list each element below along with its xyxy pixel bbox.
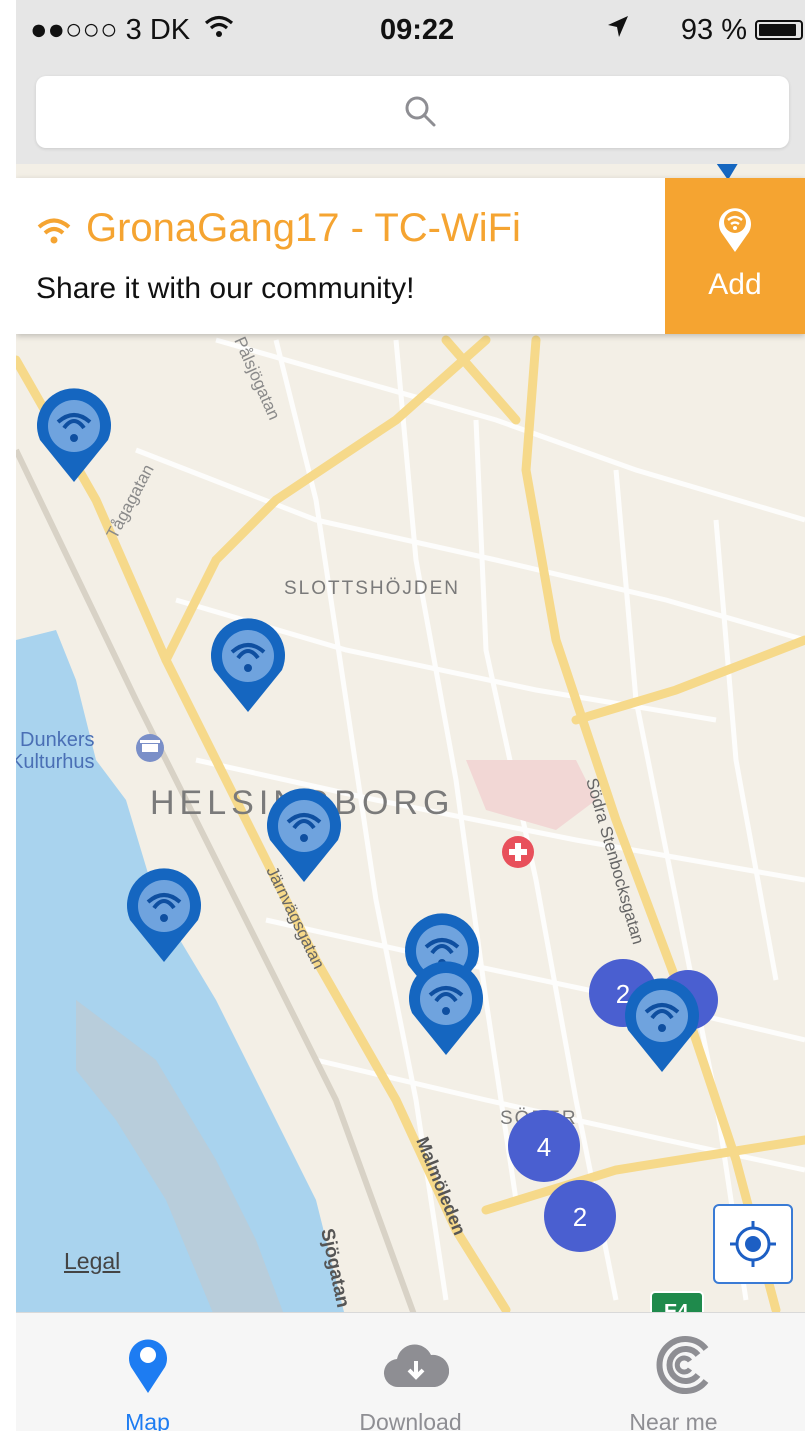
network-name: GronaGang17 - TC-WiFi [86,206,521,250]
add-label: Add [708,268,762,301]
app-screen: Pålsjögatan Tågagatan Järnvägsgatan Södr… [16,0,805,1431]
district-label: SLOTTSHÖJDEN [284,578,460,599]
add-network-button[interactable]: Add [665,178,805,334]
add-pin-icon [717,204,753,259]
cluster-marker[interactable]: 4 [508,1110,580,1182]
battery-percent: 93 % [680,14,747,46]
wifi-signal-icon [204,14,234,48]
svg-text:4: 4 [537,1132,551,1162]
search-input[interactable] [36,76,789,148]
tab-near-me[interactable]: Near me [542,1313,805,1431]
clock: 09:22 [380,14,455,46]
search-area [16,64,805,164]
svg-text:2: 2 [573,1202,587,1232]
tab-label: Download [359,1409,462,1431]
network-subtitle: Share it with our community! [36,272,415,305]
cluster-marker[interactable]: 2 [544,1180,616,1252]
poi-label: Kulturhus [16,751,95,773]
carrier-label: ●●○○○ 3 DK [30,14,191,46]
museum-icon [136,734,164,762]
tab-bar: Map Download Near me [16,1312,805,1431]
legal-link[interactable]: Legal [64,1248,120,1275]
locate-me-button[interactable] [713,1204,793,1284]
map-pin-icon [126,1333,170,1402]
near-me-icon [654,1335,714,1400]
search-icon [403,94,437,133]
tab-label: Near me [629,1409,718,1431]
hospital-icon [502,836,534,868]
battery-icon [755,20,803,40]
battery-fill [759,24,797,36]
crosshair-icon [728,1219,778,1274]
cloud-download-icon [383,1341,450,1396]
location-arrow-icon [606,14,630,48]
status-bar: ●●○○○ 3 DK 09:22 93 % [16,0,805,64]
network-card[interactable]: GronaGang17 - TC-WiFi Share it with our … [16,178,805,334]
tab-label: Map [125,1409,170,1431]
tab-download[interactable]: Download [279,1313,542,1431]
poi-label: Dunkers [20,729,94,751]
wifi-icon [36,216,72,251]
tab-map[interactable]: Map [16,1313,279,1431]
